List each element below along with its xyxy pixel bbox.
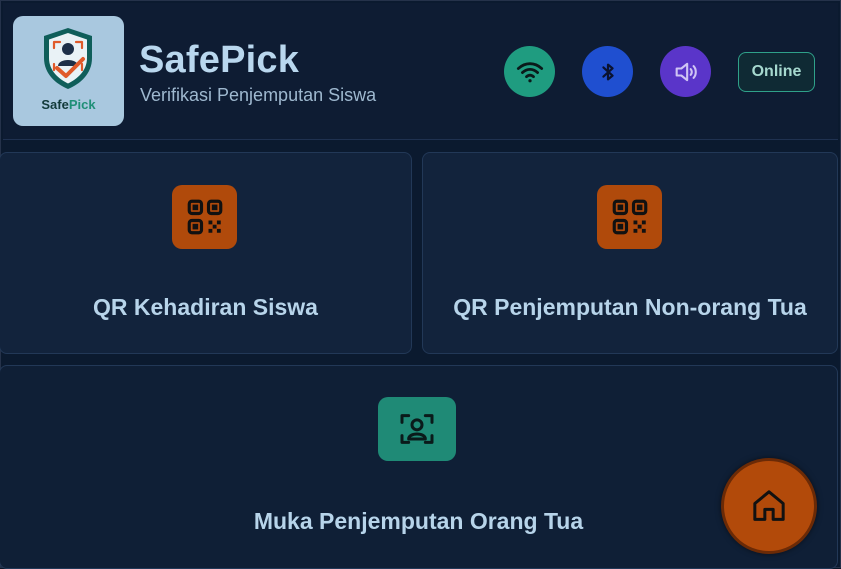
- logo-brand-prefix: Safe: [41, 97, 69, 112]
- qr-code-icon: [612, 199, 647, 235]
- online-status-badge: Online: [738, 52, 815, 92]
- qr-non-parent-label: QR Penjemputan Non-orang Tua: [453, 294, 807, 320]
- volume-icon: [675, 62, 697, 81]
- home-icon: [753, 490, 785, 521]
- face-parent-pickup-card[interactable]: Muka Penjemputan Orang Tua: [0, 365, 838, 569]
- qr-attendance-icon-tile: [172, 185, 237, 249]
- face-scan-icon: [400, 414, 434, 444]
- shield-icon: [44, 28, 92, 89]
- home-button[interactable]: [721, 458, 817, 554]
- logo-brand-suffix: Pick: [68, 97, 96, 112]
- wifi-status-button[interactable]: [504, 46, 555, 97]
- app-window: SafePick SafePick Verifikasi Penjemputan…: [0, 0, 841, 569]
- header-bar: SafePick SafePick Verifikasi Penjemputan…: [3, 3, 838, 140]
- qr-non-parent-pickup-card[interactable]: QR Penjemputan Non-orang Tua: [422, 152, 838, 354]
- bluetooth-icon: [601, 63, 614, 80]
- qr-attendance-card[interactable]: QR Kehadiran Siswa: [0, 152, 412, 354]
- qr-attendance-label: QR Kehadiran Siswa: [93, 294, 318, 320]
- logo-wordmark: SafePick: [13, 97, 124, 112]
- face-scan-icon-tile: [378, 397, 456, 461]
- app-title: SafePick: [139, 39, 300, 81]
- volume-status-button[interactable]: [660, 46, 711, 97]
- app-logo: SafePick: [13, 16, 124, 126]
- face-parent-label: Muka Penjemputan Orang Tua: [253, 508, 584, 534]
- qr-code-icon: [187, 199, 222, 235]
- wifi-icon: [516, 61, 543, 82]
- app-subtitle: Verifikasi Penjemputan Siswa: [140, 85, 377, 105]
- bluetooth-status-button[interactable]: [582, 46, 633, 97]
- qr-non-parent-icon-tile: [597, 185, 662, 249]
